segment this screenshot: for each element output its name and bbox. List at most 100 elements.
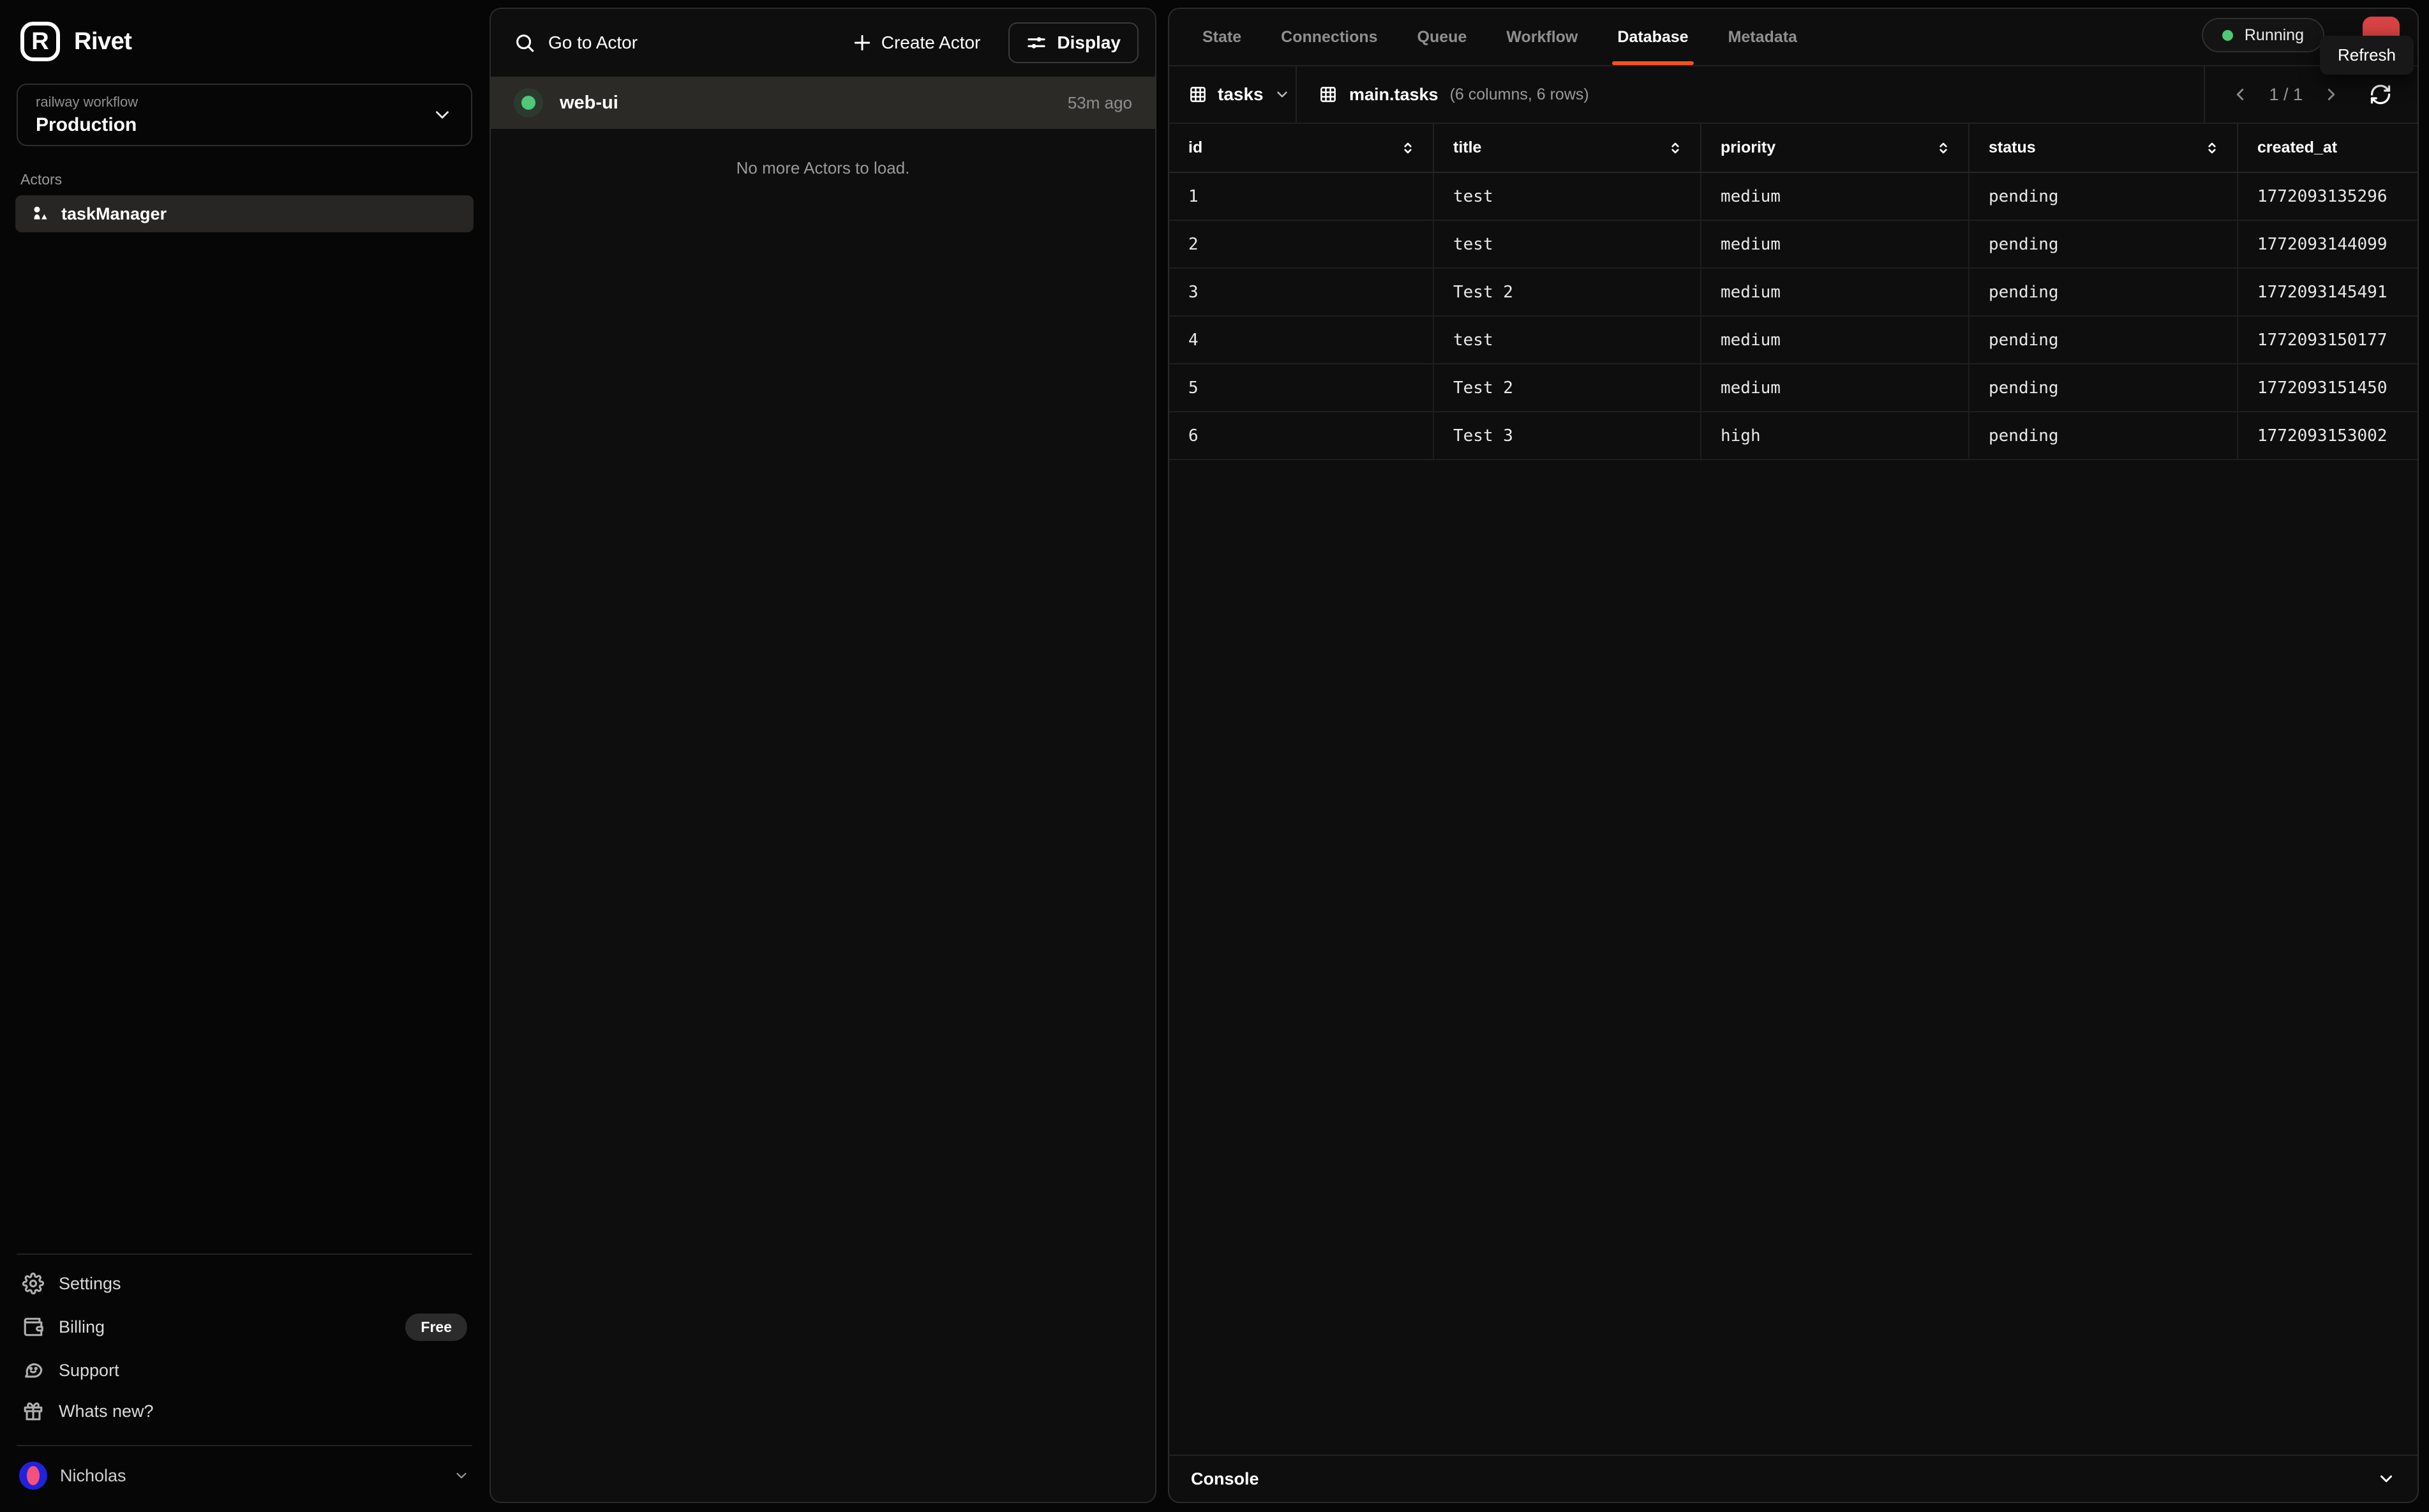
cell-status: pending: [1969, 268, 2238, 316]
tab-database[interactable]: Database: [1617, 9, 1688, 65]
sort-icon: [2204, 140, 2220, 156]
cell-title: Test 2: [1433, 364, 1701, 412]
cell-id: 1: [1169, 172, 1433, 220]
sidebar-item-taskmanager[interactable]: taskManager: [15, 195, 474, 232]
actor-row-web-ui[interactable]: web-ui 53m ago: [491, 77, 1155, 129]
database-toolbar: tasks main.tasks (6 columns, 6 rows) 1 /…: [1169, 65, 2418, 124]
sidebar-item-label: taskManager: [61, 204, 167, 224]
sidebar-item-label: Support: [59, 1361, 119, 1381]
workspace-label: railway workflow: [36, 94, 138, 110]
actors-section-label: Actors: [20, 171, 62, 188]
tab-state[interactable]: State: [1202, 9, 1241, 65]
tab-queue[interactable]: Queue: [1417, 9, 1467, 65]
table-header-row: id title priority: [1169, 124, 2418, 172]
cell-created-at: 1772093150177: [2238, 316, 2418, 364]
database-table-area: id title priority: [1169, 124, 2418, 1455]
plan-badge: Free: [405, 1314, 467, 1341]
actor-list-header: Go to Actor Create Actor Display: [491, 9, 1155, 77]
cell-priority: medium: [1701, 364, 1969, 412]
workspace-selector[interactable]: railway workflow Production: [17, 84, 472, 146]
table-row[interactable]: 6 Test 3 high pending 1772093153002: [1169, 412, 2418, 460]
sidebar-item-whats-new[interactable]: Whats new?: [17, 1394, 472, 1428]
chat-bubble-icon: [22, 1359, 45, 1381]
create-actor-button[interactable]: Create Actor: [852, 33, 981, 53]
cell-id: 2: [1169, 220, 1433, 268]
table-row[interactable]: 4 test medium pending 1772093150177: [1169, 316, 2418, 364]
sidebar-item-billing[interactable]: Billing Free: [17, 1310, 472, 1344]
column-header-priority[interactable]: priority: [1701, 124, 1969, 172]
table-row[interactable]: 2 test medium pending 1772093144099: [1169, 220, 2418, 268]
status-badge: Running: [2202, 18, 2324, 52]
column-header-id[interactable]: id: [1169, 124, 1433, 172]
table-meta: (6 columns, 6 rows): [1450, 86, 1589, 104]
tab-connections[interactable]: Connections: [1281, 9, 1377, 65]
cell-title: test: [1433, 220, 1701, 268]
sidebar-divider: [17, 1445, 472, 1446]
cell-id: 6: [1169, 412, 1433, 460]
table-selector[interactable]: tasks: [1169, 66, 1297, 123]
sort-icon: [1935, 140, 1952, 156]
gift-icon: [22, 1400, 45, 1422]
pagination: 1 / 1: [2204, 66, 2418, 123]
sidebar-divider: [17, 1254, 472, 1255]
search-label: Go to Actor: [548, 33, 638, 53]
cell-priority: medium: [1701, 220, 1969, 268]
table-row[interactable]: 3 Test 2 medium pending 1772093145491: [1169, 268, 2418, 316]
sidebar-item-support[interactable]: Support: [17, 1353, 472, 1388]
cell-status: pending: [1969, 364, 2238, 412]
database-table: id title priority: [1169, 124, 2418, 460]
avatar: [19, 1462, 47, 1490]
cell-id: 4: [1169, 316, 1433, 364]
chevron-down-icon: [431, 104, 453, 126]
chevron-down-icon: [1274, 86, 1290, 103]
sidebar-item-settings[interactable]: Settings: [17, 1266, 472, 1301]
table-row[interactable]: 5 Test 2 medium pending 1772093151450: [1169, 364, 2418, 412]
sidebar-item-label: Billing: [59, 1317, 105, 1337]
sidebar-item-label: Settings: [59, 1274, 121, 1294]
sidebar-item-label: Whats new?: [59, 1402, 154, 1421]
column-header-created-at[interactable]: created_at: [2238, 124, 2418, 172]
cell-priority: medium: [1701, 172, 1969, 220]
go-to-actor-search[interactable]: Go to Actor: [514, 32, 638, 54]
chevron-down-icon: [453, 1467, 470, 1484]
cell-priority: medium: [1701, 268, 1969, 316]
chevron-down-icon: [2377, 1469, 2396, 1488]
actor-name: web-ui: [560, 93, 618, 114]
actor-list-empty-message: No more Actors to load.: [491, 158, 1155, 178]
brand-name: Rivet: [74, 28, 131, 56]
cell-status: pending: [1969, 412, 2238, 460]
plus-icon: [852, 33, 872, 53]
cell-title: Test 2: [1433, 268, 1701, 316]
refresh-tooltip: Refresh: [2320, 36, 2414, 75]
create-actor-label: Create Actor: [881, 33, 981, 53]
tab-workflow[interactable]: Workflow: [1506, 9, 1578, 65]
sliders-icon: [1026, 33, 1047, 53]
rivet-logo-icon: R: [20, 22, 60, 61]
page-indicator: 1 / 1: [2269, 85, 2303, 105]
refresh-button[interactable]: [2369, 83, 2392, 106]
cell-title: Test 3: [1433, 412, 1701, 460]
user-menu[interactable]: Nicholas: [17, 1456, 472, 1495]
cell-priority: high: [1701, 412, 1969, 460]
sidebar: R Rivet railway workflow Production Acto…: [0, 0, 489, 1512]
tab-metadata[interactable]: Metadata: [1728, 9, 1797, 65]
table-row[interactable]: 1 test medium pending 1772093135296: [1169, 172, 2418, 220]
status-online-icon: [514, 88, 543, 117]
cell-created-at: 1772093145491: [2238, 268, 2418, 316]
column-header-title[interactable]: title: [1433, 124, 1701, 172]
gear-icon: [22, 1273, 45, 1294]
running-dot-icon: [2222, 30, 2233, 41]
cell-created-at: 1772093153002: [2238, 412, 2418, 460]
table-body: 1 test medium pending 1772093135296 2 te…: [1169, 172, 2418, 460]
workspace-value: Production: [36, 114, 138, 136]
console-toggle[interactable]: Console: [1169, 1455, 2418, 1502]
cell-id: 5: [1169, 364, 1433, 412]
column-header-status[interactable]: status: [1969, 124, 2238, 172]
next-page-button[interactable]: [2322, 85, 2341, 104]
brand-logo[interactable]: R Rivet: [20, 22, 131, 61]
prev-page-button[interactable]: [2231, 85, 2250, 104]
cell-status: pending: [1969, 172, 2238, 220]
cell-title: test: [1433, 172, 1701, 220]
actor-icon: [29, 204, 50, 224]
display-options-button[interactable]: Display: [1008, 22, 1139, 63]
